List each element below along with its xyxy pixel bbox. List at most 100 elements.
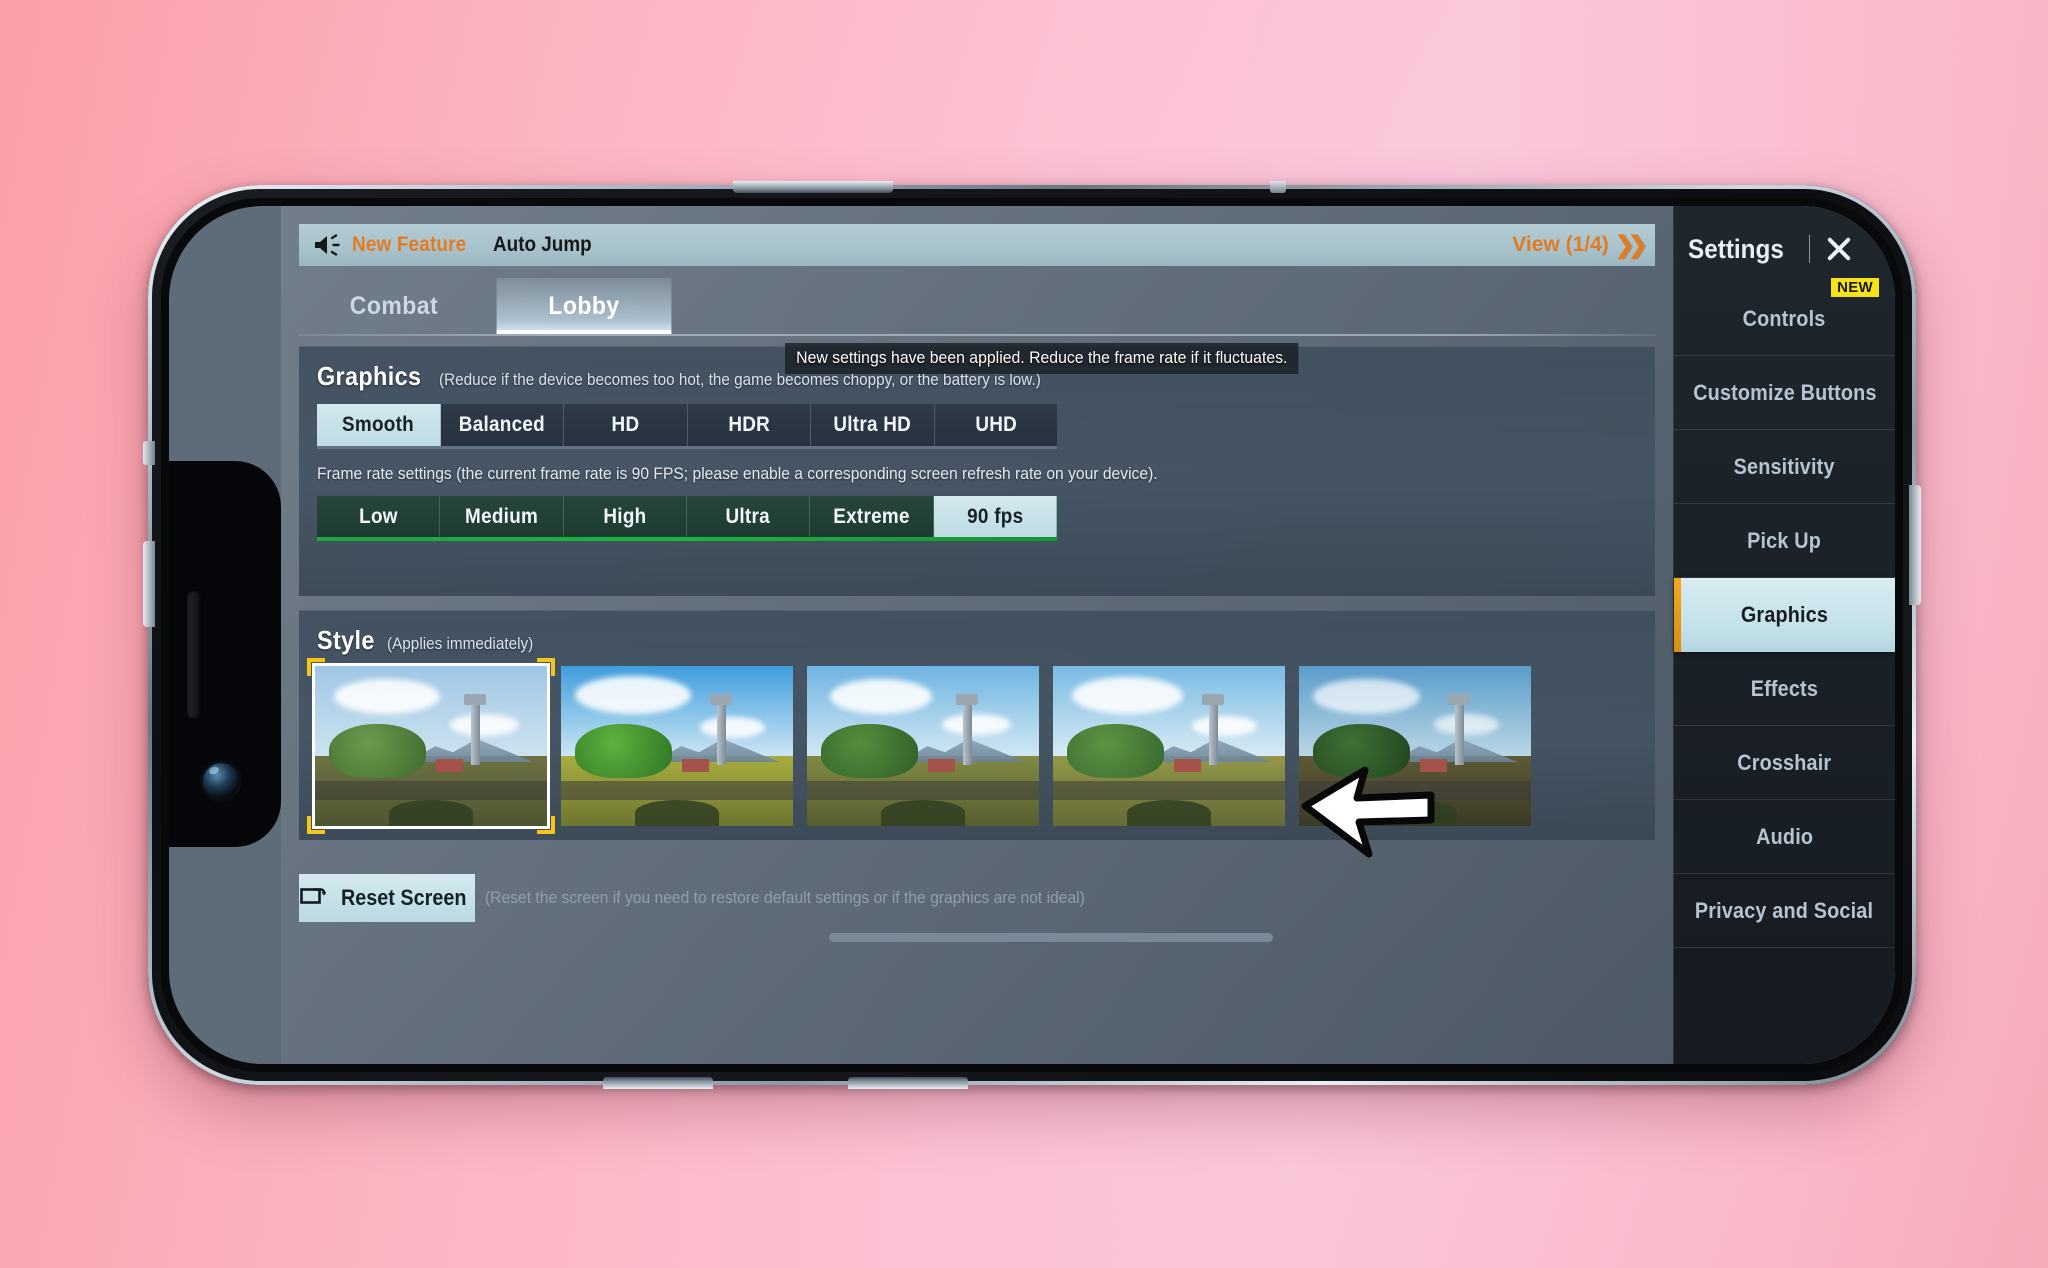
thumb-road: [1053, 781, 1285, 801]
thumb-tower: [463, 694, 486, 766]
sidebar-item-graphics-label: Graphics: [1740, 602, 1829, 627]
thumb-tower: [955, 694, 978, 766]
phone-screen: New Feature Auto Jump View (1/4) ❯❯ Comb…: [169, 206, 1895, 1064]
sidebar-item-sensitivity-label: Sensitivity: [1733, 453, 1836, 479]
settings-sidebar: Settings NEW Controls Customize Buttons: [1673, 206, 1895, 1064]
sidebar-item-privacy-and-social[interactable]: Privacy and Social: [1674, 874, 1895, 948]
sidebar-item-pick-up[interactable]: Pick Up: [1674, 504, 1895, 578]
thumb-hut: [1173, 758, 1202, 772]
thumb-tower: [1201, 694, 1224, 766]
sidebar-item-crosshair[interactable]: Crosshair: [1674, 726, 1895, 800]
quality-option-balanced-label: Balanced: [458, 413, 545, 436]
sidebar-item-pick-up-label: Pick Up: [1747, 527, 1822, 553]
framerate-option-extreme[interactable]: Extreme: [810, 496, 934, 538]
phone-volume-buttons[interactable]: [143, 541, 155, 627]
phone-device: New Feature Auto Jump View (1/4) ❯❯ Comb…: [143, 181, 1921, 1089]
thumb-cloud: [830, 678, 933, 714]
thumb-tower: [1447, 694, 1470, 766]
thumb-hut: [927, 758, 956, 772]
sidebar-item-controls[interactable]: NEW Controls: [1674, 278, 1895, 356]
thumb-cloud: [574, 675, 691, 714]
style-thumbnail-classic[interactable]: [307, 658, 555, 834]
style-thumbnail-realistic[interactable]: [807, 666, 1039, 826]
style-subtitle: (Applies immediately): [387, 634, 534, 653]
announcement-view-label: View (1/4): [1512, 233, 1609, 256]
sidebar-item-customize-buttons[interactable]: Customize Buttons: [1674, 356, 1895, 430]
style-thumbnail-colorful[interactable]: [561, 666, 793, 826]
phone-top-mic: [1270, 181, 1286, 193]
announcement-title: Auto Jump: [493, 233, 592, 256]
framerate-option-medium-label: Medium: [464, 505, 539, 528]
quality-option-uhd[interactable]: UHD: [934, 404, 1057, 446]
framerate-wrap: Low Medium High Ultra Extreme 90 fps: [299, 496, 1655, 541]
framerate-option-90fps[interactable]: 90 fps: [933, 496, 1057, 538]
style-thumbnail-image: [1053, 666, 1285, 826]
sidebar-item-sensitivity[interactable]: Sensitivity: [1674, 430, 1895, 504]
phone-mute-switch[interactable]: [143, 441, 155, 465]
sidebar-item-crosshair-label: Crosshair: [1737, 749, 1832, 775]
sidebar-item-privacy-and-social-label: Privacy and Social: [1695, 897, 1874, 923]
toast-message: New settings have been applied. Reduce t…: [785, 343, 1299, 374]
reset-screen-label: Reset Screen: [341, 885, 467, 910]
quality-option-hdr-label: HDR: [727, 413, 770, 436]
speaker-icon: [313, 233, 343, 257]
thumb-cloud: [1071, 677, 1183, 714]
sidebar-item-customize-buttons-label: Customize Buttons: [1692, 379, 1877, 405]
framerate-option-high[interactable]: High: [563, 496, 687, 538]
framerate-option-medium[interactable]: Medium: [440, 496, 564, 538]
sidebar-menu: NEW Controls Customize Buttons Sensitivi…: [1674, 278, 1895, 948]
tab-lobby[interactable]: Lobby: [496, 278, 672, 334]
style-heading-row: Style (Applies immediately): [299, 611, 1655, 656]
front-camera-icon: [203, 763, 239, 799]
game-ui-root: New Feature Auto Jump View (1/4) ❯❯ Comb…: [281, 206, 1895, 1064]
reset-screen-button[interactable]: Reset Screen: [299, 874, 475, 922]
thumb-tower: [709, 694, 732, 766]
thumb-hut: [435, 758, 464, 772]
horizontal-scrollbar[interactable]: [829, 933, 1273, 942]
earpiece-speaker-icon: [187, 591, 201, 719]
quality-option-hdr[interactable]: HDR: [687, 404, 811, 446]
tab-combat-label: Combat: [349, 291, 439, 320]
sidebar-item-audio[interactable]: Audio: [1674, 800, 1895, 874]
framerate-hint: Frame rate settings (the current frame r…: [317, 464, 1158, 483]
style-thumbnail-list: [307, 658, 1655, 834]
thumb-bush: [1127, 800, 1211, 826]
phone-power-button[interactable]: [1909, 485, 1921, 605]
phone-bottom-antenna-band: [603, 1077, 713, 1089]
framerate-option-extreme-label: Extreme: [833, 505, 910, 528]
sidebar-header-divider: [1808, 235, 1810, 263]
sidebar-item-graphics[interactable]: Graphics: [1674, 578, 1895, 652]
quality-option-hd[interactable]: HD: [564, 404, 688, 446]
tab-combat[interactable]: Combat: [307, 278, 482, 334]
tabs-divider: [299, 334, 1655, 336]
phone-bottom-antenna-band-2: [848, 1077, 968, 1089]
framerate-option-low[interactable]: Low: [317, 496, 441, 538]
phone-notch: [169, 461, 281, 847]
announcement-label: New Feature: [352, 233, 467, 256]
style-thumbnail-soft[interactable]: [1053, 666, 1285, 826]
announcement-view-link[interactable]: View (1/4) ❯❯: [1512, 231, 1648, 260]
thumb-road: [561, 781, 793, 801]
thumb-hut: [681, 758, 710, 772]
close-icon[interactable]: [1822, 232, 1856, 266]
framerate-underline: [317, 537, 1057, 541]
sidebar-item-controls-label: Controls: [1743, 305, 1826, 331]
framerate-option-90fps-label: 90 fps: [966, 505, 1023, 528]
thumb-cloud: [333, 678, 441, 714]
quality-option-ultra-hd[interactable]: Ultra HD: [811, 404, 935, 446]
quality-option-smooth[interactable]: Smooth: [317, 404, 441, 446]
reset-screen-row: Reset Screen (Reset the screen if you ne…: [299, 874, 1137, 922]
quality-option-uhd-label: UHD: [974, 413, 1017, 436]
graphics-title: Graphics: [317, 361, 422, 391]
graphics-quality-group: Smooth Balanced HD HDR Ultra HD UHD: [317, 404, 1057, 446]
announcement-bar[interactable]: New Feature Auto Jump View (1/4) ❯❯: [299, 224, 1655, 266]
framerate-option-low-label: Low: [358, 505, 398, 528]
sidebar-item-effects[interactable]: Effects: [1674, 652, 1895, 726]
thumb-cloud: [1312, 678, 1420, 714]
framerate-group: Low Medium High Ultra Extreme 90 fps: [317, 496, 1057, 538]
thumb-road: [315, 781, 547, 801]
style-title: Style: [317, 625, 375, 655]
thumb-tree: [820, 723, 919, 778]
framerate-option-ultra[interactable]: Ultra: [686, 496, 811, 538]
quality-option-balanced[interactable]: Balanced: [440, 404, 564, 446]
